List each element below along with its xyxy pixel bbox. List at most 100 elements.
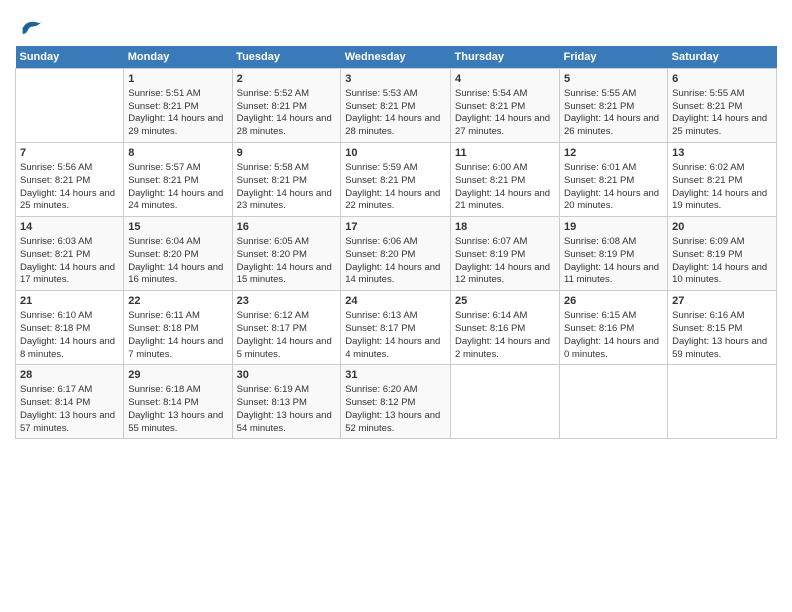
day-number: 9 (237, 146, 337, 161)
daylight-text: Daylight: 14 hours and 17 minutes. (20, 262, 115, 286)
sunset-text: Sunset: 8:16 PM (564, 323, 634, 334)
sunset-text: Sunset: 8:21 PM (345, 101, 415, 112)
sunrise-text: Sunrise: 6:04 AM (128, 236, 200, 247)
calendar-cell: 15Sunrise: 6:04 AMSunset: 8:20 PMDayligh… (124, 217, 232, 291)
sunset-text: Sunset: 8:21 PM (128, 175, 198, 186)
calendar-cell: 20Sunrise: 6:09 AMSunset: 8:19 PMDayligh… (668, 217, 777, 291)
daylight-text: Daylight: 14 hours and 7 minutes. (128, 336, 223, 360)
calendar-week-5: 28Sunrise: 6:17 AMSunset: 8:14 PMDayligh… (16, 365, 777, 439)
calendar-cell: 30Sunrise: 6:19 AMSunset: 8:13 PMDayligh… (232, 365, 341, 439)
sunrise-text: Sunrise: 6:12 AM (237, 310, 309, 321)
sunrise-text: Sunrise: 6:08 AM (564, 236, 636, 247)
day-number: 11 (455, 146, 555, 161)
calendar-week-4: 21Sunrise: 6:10 AMSunset: 8:18 PMDayligh… (16, 291, 777, 365)
sunrise-text: Sunrise: 6:18 AM (128, 384, 200, 395)
day-number: 22 (128, 294, 227, 309)
calendar-header-row: SundayMondayTuesdayWednesdayThursdayFrid… (16, 46, 777, 69)
day-number: 16 (237, 220, 337, 235)
daylight-text: Daylight: 14 hours and 12 minutes. (455, 262, 550, 286)
calendar-week-2: 7Sunrise: 5:56 AM Sunset: 8:21 PM Daylight… (16, 143, 777, 217)
sunset-text: Sunset: 8:17 PM (237, 323, 307, 334)
day-number: 3 (345, 72, 446, 87)
calendar-table: SundayMondayTuesdayWednesdayThursdayFrid… (15, 46, 777, 439)
daylight-text: Daylight: 14 hours and 5 minutes. (237, 336, 332, 360)
day-number: 21 (20, 294, 119, 309)
logo (15, 14, 45, 42)
day-header-sunday: Sunday (16, 46, 124, 69)
sunrise-text: Sunrise: 5:58 AM (237, 162, 309, 173)
calendar-week-3: 14Sunrise: 6:03 AM Sunset: 8:21 PM Dayligh… (16, 217, 777, 291)
day-number: 7 (20, 146, 119, 161)
sunset-text: Sunset: 8:21 PM (237, 101, 307, 112)
calendar-cell: 27Sunrise: 6:16 AMSunset: 8:15 PMDayligh… (668, 291, 777, 365)
daylight-text: Daylight: 14 hours and 11 minutes. (564, 262, 659, 286)
calendar-cell: 26Sunrise: 6:15 AMSunset: 8:16 PMDayligh… (560, 291, 668, 365)
calendar-cell: 8Sunrise: 5:57 AMSunset: 8:21 PMDaylight… (124, 143, 232, 217)
day-number: 10 (345, 146, 446, 161)
day-header-wednesday: Wednesday (341, 46, 451, 69)
daylight-text: Daylight: 14 hours and 10 minutes. (672, 262, 767, 286)
daylight-text: Daylight: 14 hours and 15 minutes. (237, 262, 332, 286)
calendar-cell: 10Sunrise: 5:59 AMSunset: 8:21 PMDayligh… (341, 143, 451, 217)
calendar-cell: 2Sunrise: 5:52 AM Sunset: 8:21 PMDaylight… (232, 69, 341, 143)
day-header-friday: Friday (560, 46, 668, 69)
sunrise-text: Sunrise: 6:03 AM (20, 236, 92, 247)
daylight-text: Daylight: 14 hours and 19 minutes. (672, 188, 767, 212)
calendar-cell: 31Sunrise: 6:20 AMSunset: 8:12 PMDayligh… (341, 365, 451, 439)
sunrise-text: Sunrise: 5:52 AM (237, 88, 309, 99)
daylight-text: Daylight: 13 hours and 59 minutes. (672, 336, 767, 360)
day-header-thursday: Thursday (451, 46, 560, 69)
daylight-text: Daylight: 14 hours and 28 minutes. (345, 113, 440, 137)
sunrise-text: Sunrise: 5:51 AM (128, 88, 200, 99)
sunrise-text: Sunrise: 6:06 AM (345, 236, 417, 247)
daylight-text: Daylight: 14 hours and 28 minutes. (237, 113, 332, 137)
sunset-text: Sunset: 8:12 PM (345, 397, 415, 408)
sunset-text: Sunset: 8:19 PM (455, 249, 525, 260)
sunrise-text: Sunrise: 6:11 AM (128, 310, 200, 321)
daylight-text: Daylight: 14 hours and 2 minutes. (455, 336, 550, 360)
calendar-cell (560, 365, 668, 439)
calendar-cell: 3Sunrise: 5:53 AM Sunset: 8:21 PMDaylight… (341, 69, 451, 143)
calendar-cell: 13Sunrise: 6:02 AMSunset: 8:21 PMDayligh… (668, 143, 777, 217)
day-number: 13 (672, 146, 772, 161)
sunrise-text: Sunrise: 6:05 AM (237, 236, 309, 247)
daylight-text: Daylight: 14 hours and 27 minutes. (455, 113, 550, 137)
sunset-text: Sunset: 8:18 PM (20, 323, 90, 334)
sunset-text: Sunset: 8:21 PM (128, 101, 198, 112)
page: SundayMondayTuesdayWednesdayThursdayFrid… (0, 0, 792, 447)
daylight-text: Daylight: 14 hours and 14 minutes. (345, 262, 440, 286)
day-number: 20 (672, 220, 772, 235)
daylight-text: Daylight: 14 hours and 8 minutes. (20, 336, 115, 360)
calendar-cell: 12Sunrise: 6:01 AMSunset: 8:21 PMDayligh… (560, 143, 668, 217)
sunset-text: Sunset: 8:16 PM (455, 323, 525, 334)
sunset-text: Sunset: 8:17 PM (345, 323, 415, 334)
sunrise-text: Sunrise: 5:53 AM (345, 88, 417, 99)
daylight-text: Daylight: 14 hours and 24 minutes. (128, 188, 223, 212)
sunset-text: Sunset: 8:21 PM (20, 249, 90, 260)
calendar-cell: 6Sunrise: 5:55 AMSunset: 8:21 PMDaylight… (668, 69, 777, 143)
calendar-cell: 21Sunrise: 6:10 AMSunset: 8:18 PMDayligh… (16, 291, 124, 365)
sunrise-text: Sunrise: 6:07 AM (455, 236, 527, 247)
sunrise-text: Sunrise: 6:14 AM (455, 310, 527, 321)
day-number: 2 (237, 72, 337, 87)
day-number: 31 (345, 368, 446, 383)
day-header-monday: Monday (124, 46, 232, 69)
daylight-text: Daylight: 13 hours and 55 minutes. (128, 410, 223, 434)
day-number: 1 (128, 72, 227, 87)
calendar-week-1: 1Sunrise: 5:51 AMSunset: 8:21 PMDaylight… (16, 69, 777, 143)
calendar-cell: 22Sunrise: 6:11 AMSunset: 8:18 PMDayligh… (124, 291, 232, 365)
daylight-text: Daylight: 14 hours and 16 minutes. (128, 262, 223, 286)
day-number: 14 (20, 220, 119, 235)
calendar-cell: 23Sunrise: 6:12 AMSunset: 8:17 PMDayligh… (232, 291, 341, 365)
daylight-text: Daylight: 14 hours and 23 minutes. (237, 188, 332, 212)
sunset-text: Sunset: 8:21 PM (237, 175, 307, 186)
sunrise-text: Sunrise: 5:56 AM (20, 162, 92, 173)
sunrise-text: Sunrise: 6:17 AM (20, 384, 92, 395)
calendar-cell: 11Sunrise: 6:00 AMSunset: 8:21 PMDayligh… (451, 143, 560, 217)
sunset-text: Sunset: 8:21 PM (672, 175, 742, 186)
daylight-text: Daylight: 13 hours and 54 minutes. (237, 410, 332, 434)
calendar-cell: 19Sunrise: 6:08 AMSunset: 8:19 PMDayligh… (560, 217, 668, 291)
sunset-text: Sunset: 8:20 PM (237, 249, 307, 260)
daylight-text: Daylight: 14 hours and 25 minutes. (20, 188, 115, 212)
calendar-cell: 24Sunrise: 6:13 AMSunset: 8:17 PMDayligh… (341, 291, 451, 365)
